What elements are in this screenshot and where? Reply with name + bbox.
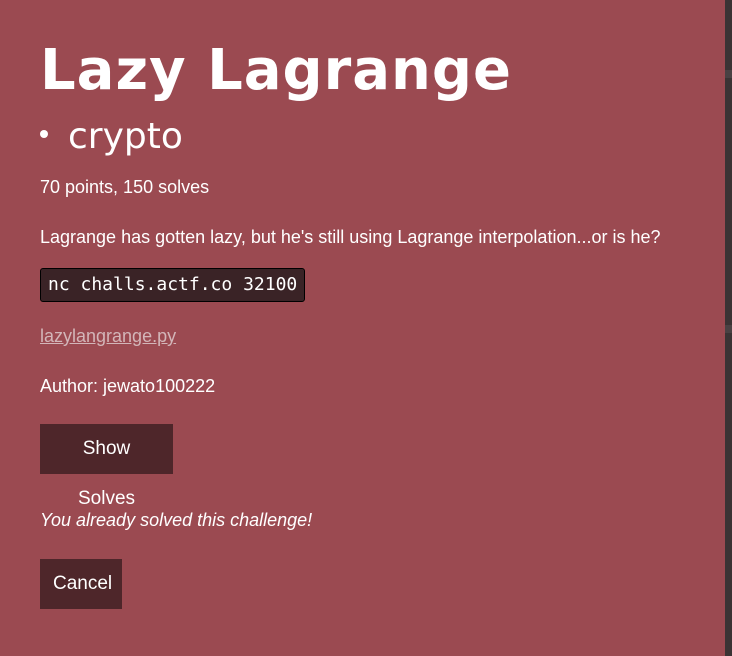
challenge-modal: Lazy Lagrange crypto 70 points, 150 solv…	[0, 0, 725, 656]
connection-command: nc challs.actf.co 32100	[40, 268, 306, 302]
points-solves: 70 points, 150 solves	[40, 177, 210, 197]
page: Lazy Lagrange crypto 70 points, 150 solv…	[0, 0, 732, 656]
challenge-category: crypto	[40, 115, 183, 159]
cancel-button[interactable]: Cancel	[40, 559, 122, 609]
background-page-strip	[725, 0, 732, 656]
file-download-link[interactable]: lazylangrange.py	[40, 325, 176, 347]
background-divider	[725, 325, 732, 333]
category-label: crypto	[68, 116, 183, 157]
solved-status-message: You already solved this challenge!	[40, 510, 313, 530]
challenge-author: Author: jewato100222	[40, 376, 216, 396]
background-divider	[725, 70, 732, 78]
show-solves-button[interactable]: Show Solves	[40, 424, 173, 509]
challenge-description: Lagrange has gotten lazy, but he's still…	[40, 227, 661, 247]
challenge-title: Lazy Lagrange	[40, 38, 512, 103]
bullet-icon	[40, 130, 48, 138]
